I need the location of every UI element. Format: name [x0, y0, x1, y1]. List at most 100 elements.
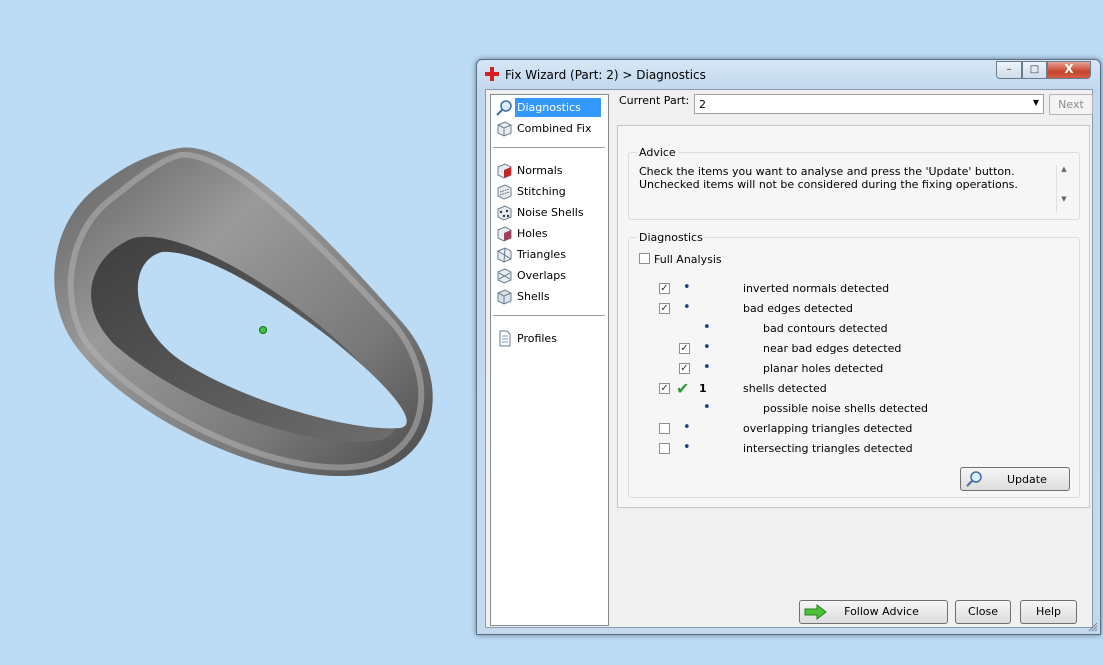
diagnostic-label: planar holes detected	[763, 362, 884, 375]
diagnostic-row: • bad contours detected	[629, 321, 1069, 337]
nav-item-triangles[interactable]: Triangles	[495, 245, 605, 264]
nav-label: Stitching	[517, 185, 566, 198]
follow-advice-button[interactable]: Follow Advice	[799, 600, 948, 624]
chevron-down-icon: ▼	[1032, 98, 1039, 107]
update-label: Update	[1007, 473, 1047, 486]
magnifier-icon	[966, 471, 982, 487]
dialog-client-area: Diagnostics Combined Fix Normals Stitchi…	[485, 89, 1093, 628]
close-window-button[interactable]: X	[1047, 61, 1091, 79]
status-dot-icon: •	[683, 280, 691, 295]
nav-label: Diagnostics	[515, 98, 601, 117]
diagnostic-checkbox[interactable]	[659, 443, 670, 454]
resize-grip-icon[interactable]	[1088, 622, 1098, 632]
current-part-label: Current Part:	[619, 94, 690, 107]
nav-label: Shells	[517, 290, 550, 303]
overlaps-icon	[497, 268, 512, 284]
follow-advice-label: Follow Advice	[844, 605, 919, 618]
diagnostic-row: ✓ • near bad edges detected	[629, 341, 1069, 357]
diagnostic-label: bad edges detected	[743, 302, 853, 315]
advice-group: Advice Check the items you want to analy…	[628, 146, 1080, 220]
diagnostic-row: ✓ ✔ 1 shells detected	[629, 379, 1069, 398]
pivot-point-marker[interactable]	[259, 326, 267, 334]
diagnostic-row: ✓ • inverted normals detected	[629, 281, 1069, 297]
triangles-icon	[497, 247, 512, 263]
window-title: Fix Wizard (Part: 2) > Diagnostics	[505, 68, 706, 82]
red-cross-icon	[485, 67, 499, 81]
nav-item-normals[interactable]: Normals	[495, 161, 605, 180]
noise-shells-icon	[497, 205, 512, 221]
diagnostic-checkbox[interactable]: ✓	[659, 383, 670, 394]
magnifier-icon	[496, 100, 512, 116]
cube-icon	[497, 121, 512, 137]
scroll-up-icon[interactable]: ▲	[1057, 165, 1071, 173]
status-dot-icon: •	[703, 340, 711, 355]
status-dot-icon: •	[683, 440, 691, 455]
nav-item-holes[interactable]: Holes	[495, 224, 605, 243]
diagnostic-label: inverted normals detected	[743, 282, 890, 295]
diagnostic-label: intersecting triangles detected	[743, 442, 913, 455]
stitching-icon	[497, 184, 512, 200]
minimize-button[interactable]: –	[996, 61, 1022, 79]
help-button[interactable]: Help	[1020, 600, 1077, 624]
diagnostic-row: • overlapping triangles detected	[629, 421, 1069, 437]
green-check-icon: ✔	[676, 379, 690, 398]
diagnostic-row: ✓ • bad edges detected	[629, 301, 1069, 317]
update-button[interactable]: Update	[960, 467, 1070, 491]
shells-icon	[497, 289, 512, 305]
nav-separator	[493, 147, 605, 148]
title-bar[interactable]: Fix Wizard (Part: 2) > Diagnostics – □ X	[477, 60, 1100, 88]
nav-label: Holes	[517, 227, 548, 240]
nav-item-profiles[interactable]: Profiles	[495, 329, 605, 348]
status-dot-icon: •	[683, 300, 691, 315]
diagnostic-label: shells detected	[743, 382, 827, 395]
scroll-down-icon[interactable]: ▼	[1057, 195, 1071, 203]
nav-item-noise-shells[interactable]: Noise Shells	[495, 203, 605, 222]
nav-separator	[493, 315, 605, 316]
full-analysis-checkbox[interactable]	[639, 253, 650, 264]
nav-label: Profiles	[517, 332, 557, 345]
maximize-button[interactable]: □	[1022, 61, 1047, 79]
next-button[interactable]: Next	[1049, 94, 1093, 115]
diagnostic-label: near bad edges detected	[763, 342, 902, 355]
fix-wizard-window: Fix Wizard (Part: 2) > Diagnostics – □ X…	[476, 59, 1101, 635]
3d-viewport[interactable]	[0, 0, 470, 662]
diagnostic-row: ✓ • planar holes detected	[629, 361, 1069, 377]
diagnostic-row: • intersecting triangles detected	[629, 441, 1069, 457]
advice-scrollbar[interactable]: ▲ ▼	[1056, 165, 1071, 213]
diagnostic-label: overlapping triangles detected	[743, 422, 913, 435]
diagnostic-checkbox[interactable]: ✓	[659, 303, 670, 314]
holes-icon	[497, 226, 512, 242]
diagnostic-count: 1	[699, 382, 707, 395]
ring-model[interactable]	[0, 0, 470, 662]
wizard-nav-list[interactable]: Diagnostics Combined Fix Normals Stitchi…	[490, 94, 609, 626]
content-panel: Advice Check the items you want to analy…	[617, 125, 1090, 508]
status-dot-icon: •	[683, 420, 691, 435]
diagnostics-group: Diagnostics Full Analysis ✓ • inverted nor…	[628, 231, 1080, 498]
green-arrow-icon	[804, 604, 827, 620]
diagnostic-checkbox[interactable]: ✓	[679, 343, 690, 354]
status-dot-icon: •	[703, 360, 711, 375]
nav-item-stitching[interactable]: Stitching	[495, 182, 605, 201]
diagnostic-checkbox[interactable]: ✓	[659, 283, 670, 294]
diagnostic-row: • possible noise shells detected	[629, 401, 1069, 417]
diagnostic-checkbox[interactable]: ✓	[679, 363, 690, 374]
document-icon	[499, 330, 511, 347]
advice-text: Check the items you want to analyse and …	[639, 165, 1018, 191]
nav-label: Combined Fix	[517, 122, 592, 135]
normals-cube-icon	[497, 163, 512, 179]
nav-item-overlaps[interactable]: Overlaps	[495, 266, 605, 285]
status-dot-icon: •	[703, 320, 711, 335]
nav-item-diagnostics[interactable]: Diagnostics	[495, 98, 605, 117]
diagnostic-label: possible noise shells detected	[763, 402, 929, 415]
nav-item-combined-fix[interactable]: Combined Fix	[495, 119, 605, 138]
close-button[interactable]: Close	[955, 600, 1011, 624]
nav-item-shells[interactable]: Shells	[495, 287, 605, 306]
diagnostic-checkbox[interactable]	[659, 423, 670, 434]
nav-label: Normals	[517, 164, 563, 177]
full-analysis-label: Full Analysis	[654, 253, 722, 266]
diagnostic-label: bad contours detected	[763, 322, 888, 335]
current-part-dropdown[interactable]: 2 ▼	[694, 94, 1044, 114]
diagnostics-title: Diagnostics	[637, 231, 705, 244]
current-part-value: 2	[699, 98, 706, 111]
nav-label: Noise Shells	[517, 206, 584, 219]
